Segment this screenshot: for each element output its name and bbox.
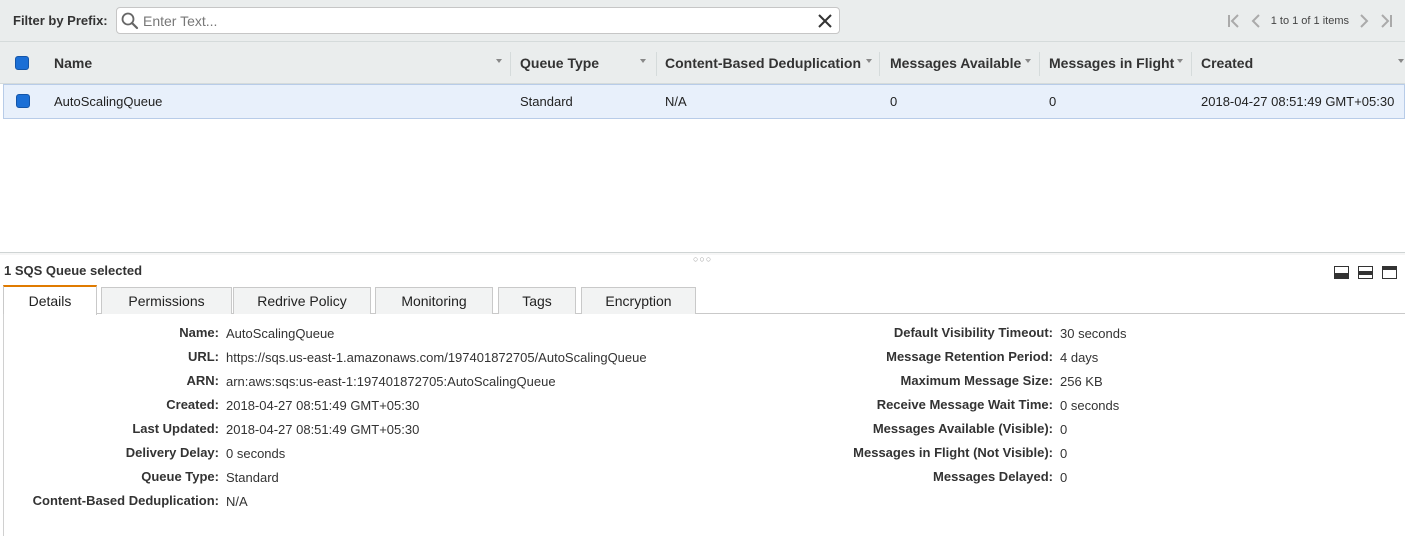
- sort-arrow-icon: [1177, 59, 1183, 63]
- column-header-name[interactable]: Name: [54, 42, 504, 84]
- table-row[interactable]: AutoScalingQueue Standard N/A 0 0 2018-0…: [3, 84, 1405, 119]
- sort-arrow-icon: [866, 59, 872, 63]
- layout-controls: [1334, 266, 1397, 279]
- tab-encryption[interactable]: Encryption: [581, 287, 696, 314]
- detail-value: 0: [1060, 446, 1068, 461]
- detail-value: 30 seconds: [1060, 326, 1127, 341]
- detail-label: Messages in Flight (Not Visible):: [853, 445, 1053, 460]
- detail-value: 4 days: [1060, 350, 1099, 365]
- detail-value: 0: [1060, 422, 1068, 437]
- detail-label: Content-Based Deduplication:: [32, 493, 219, 508]
- pagination: 1 to 1 of 1 items: [1223, 11, 1397, 31]
- next-page-icon[interactable]: [1353, 11, 1375, 31]
- detail-value: 0 seconds: [1060, 398, 1120, 413]
- detail-value: 0 seconds: [226, 446, 286, 461]
- sort-arrow-icon: [640, 59, 646, 63]
- column-header-messages-available[interactable]: Messages Available: [890, 42, 1035, 84]
- detail-label: Queue Type:: [141, 469, 219, 484]
- detail-label: Created:: [166, 397, 219, 412]
- cell-created: 2018-04-27 08:51:49 GMT+05:30: [1201, 94, 1395, 109]
- tab-monitoring[interactable]: Monitoring: [375, 287, 493, 314]
- detail-label: Message Retention Period:: [886, 349, 1053, 364]
- filter-label: Filter by Prefix:: [13, 13, 108, 28]
- filter-input[interactable]: [143, 11, 803, 31]
- row-checkbox[interactable]: [16, 94, 30, 108]
- detail-label: Receive Message Wait Time:: [876, 397, 1053, 412]
- column-header-messages-in-flight[interactable]: Messages in Flight: [1049, 42, 1187, 84]
- detail-label: Last Updated:: [132, 421, 219, 436]
- tab-redrive-policy[interactable]: Redrive Policy: [233, 287, 371, 314]
- detail-value: 0: [1060, 470, 1068, 485]
- cell-queue-type: Standard: [520, 94, 573, 109]
- selection-count: 1 SQS Queue selected: [4, 263, 143, 278]
- first-page-icon[interactable]: [1223, 11, 1245, 31]
- close-icon[interactable]: [815, 11, 835, 31]
- sort-arrow-icon: [1398, 59, 1404, 63]
- sort-arrow-icon: [1025, 59, 1031, 63]
- cell-messages-available: 0: [890, 94, 898, 109]
- splitter-grip-icon[interactable]: ○○○: [693, 254, 712, 264]
- detail-value: 2018-04-27 08:51:49 GMT+05:30: [226, 422, 420, 437]
- detail-value: https://sqs.us-east-1.amazonaws.com/1974…: [226, 350, 647, 365]
- column-header-created[interactable]: Created: [1201, 42, 1405, 84]
- filter-bar: Filter by Prefix: 1 to 1 of 1 items: [0, 0, 1405, 42]
- detail-label: Name:: [179, 325, 219, 340]
- detail-value: arn:aws:sqs:us-east-1:197401872705:AutoS…: [226, 374, 556, 389]
- column-header-dedup[interactable]: Content-Based Deduplication: [665, 42, 875, 84]
- cell-name: AutoScalingQueue: [54, 94, 163, 109]
- detail-value: Standard: [226, 470, 279, 485]
- filter-box[interactable]: [116, 7, 840, 34]
- sort-arrow-icon: [496, 59, 502, 63]
- layout-split-icon[interactable]: [1358, 266, 1373, 279]
- detail-label: URL:: [187, 349, 219, 364]
- tab-tags[interactable]: Tags: [498, 287, 576, 314]
- detail-value: 256 KB: [1060, 374, 1103, 389]
- cell-messages-in-flight: 0: [1049, 94, 1057, 109]
- table-header: Name Queue Type Content-Based Deduplicat…: [0, 42, 1405, 84]
- layout-top-icon[interactable]: [1382, 266, 1397, 279]
- detail-value: N/A: [226, 494, 248, 509]
- cell-dedup: N/A: [665, 94, 687, 109]
- detail-tabs: Details Permissions Redrive Policy Monit…: [3, 285, 1405, 315]
- select-all-checkbox[interactable]: [15, 56, 29, 70]
- detail-label: Default Visibility Timeout:: [893, 325, 1053, 340]
- prev-page-icon[interactable]: [1245, 11, 1267, 31]
- detail-label: Delivery Delay:: [125, 445, 219, 460]
- search-icon: [121, 12, 139, 30]
- detail-label: Maximum Message Size:: [900, 373, 1053, 388]
- pager-text: 1 to 1 of 1 items: [1270, 15, 1349, 27]
- layout-bottom-icon[interactable]: [1334, 266, 1349, 279]
- detail-label: ARN:: [186, 373, 220, 388]
- column-header-queue-type[interactable]: Queue Type: [520, 42, 650, 84]
- detail-value: AutoScalingQueue: [226, 326, 335, 341]
- detail-value: 2018-04-27 08:51:49 GMT+05:30: [226, 398, 420, 413]
- tab-permissions[interactable]: Permissions: [101, 287, 232, 314]
- detail-label: Messages Delayed:: [933, 469, 1053, 484]
- tab-details[interactable]: Details: [3, 285, 97, 315]
- detail-label: Messages Available (Visible):: [872, 421, 1053, 436]
- last-page-icon[interactable]: [1375, 11, 1397, 31]
